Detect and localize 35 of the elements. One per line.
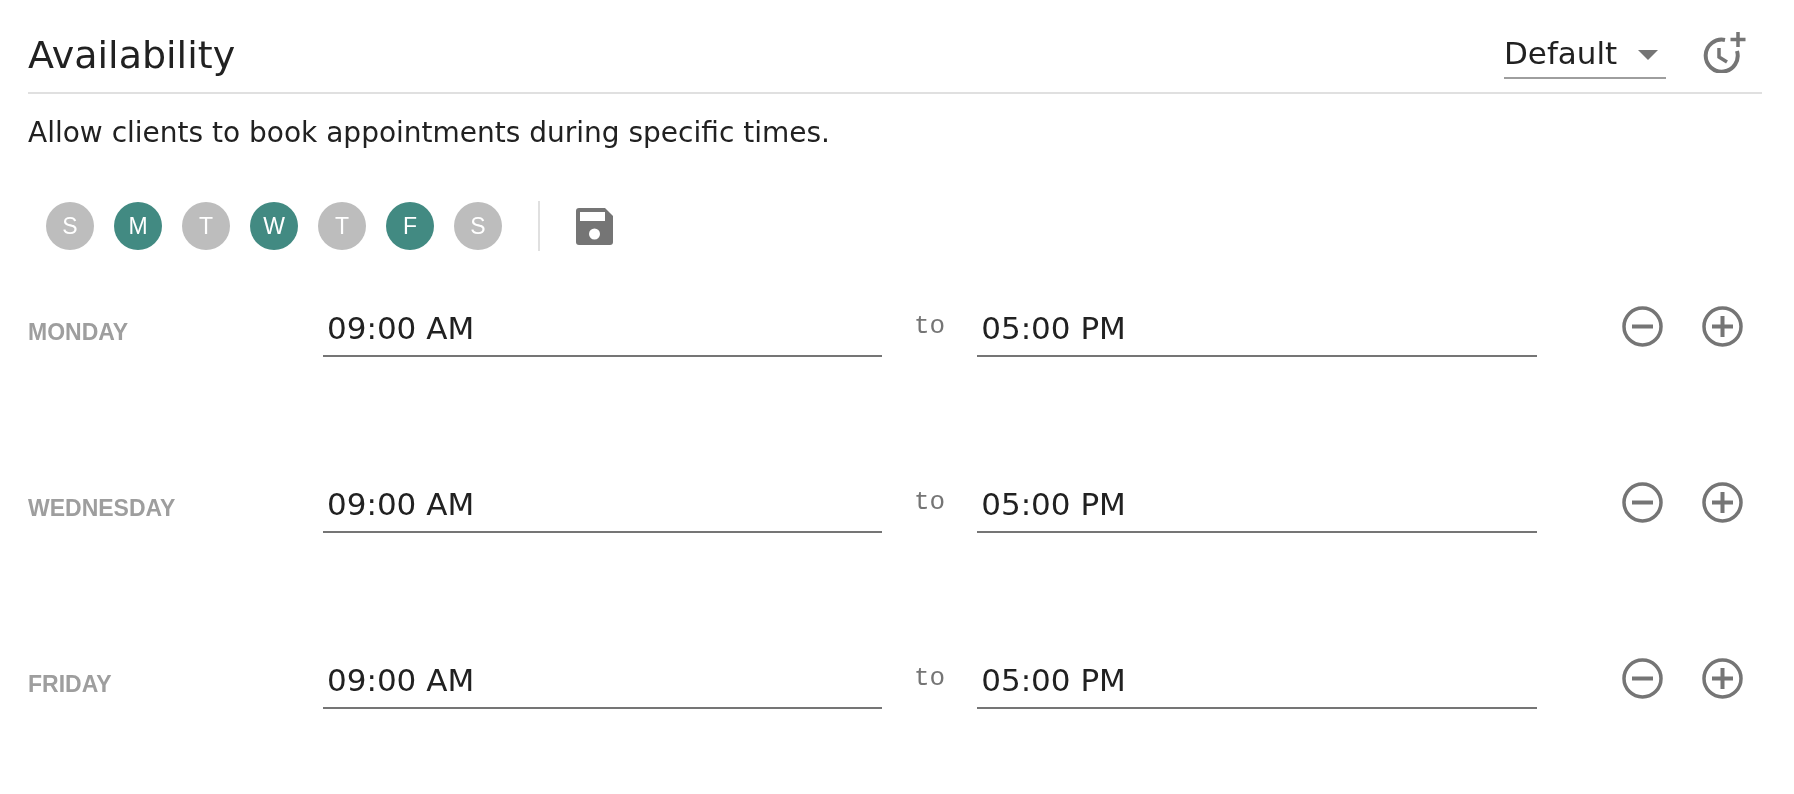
separator-text: to bbox=[914, 661, 946, 695]
save-button[interactable] bbox=[576, 207, 613, 245]
end-time-field[interactable]: 05:00 PM bbox=[977, 301, 1538, 357]
plus-circle-icon bbox=[1702, 657, 1744, 699]
end-time-field[interactable]: 05:00 PM bbox=[977, 653, 1538, 709]
weekday-toggle[interactable]: M bbox=[114, 202, 162, 250]
separator-text: to bbox=[914, 309, 946, 343]
add-time-button[interactable] bbox=[1702, 657, 1744, 699]
separator-text: to bbox=[914, 485, 946, 519]
day-label: FRIDAY bbox=[28, 669, 113, 699]
remove-time-button[interactable] bbox=[1622, 481, 1664, 523]
day-label: MONDAY bbox=[28, 317, 130, 347]
page-title: Availability bbox=[28, 32, 236, 78]
caret-icon bbox=[1638, 50, 1658, 60]
plus-circle-icon bbox=[1702, 481, 1744, 523]
start-time-field[interactable]: 09:00 AM bbox=[323, 301, 882, 357]
add-time-button[interactable] bbox=[1702, 305, 1744, 347]
clock-plus-icon bbox=[1701, 31, 1747, 73]
minus-circle-icon bbox=[1622, 481, 1664, 523]
weekday-toggle[interactable]: W bbox=[250, 202, 298, 250]
add-time-button[interactable] bbox=[1702, 481, 1744, 523]
start-time-field[interactable]: 09:00 AM bbox=[323, 477, 882, 533]
remove-time-button[interactable] bbox=[1622, 305, 1664, 347]
weekday-toggle[interactable]: F bbox=[386, 202, 434, 250]
end-time-field[interactable]: 05:00 PM bbox=[977, 477, 1538, 533]
minus-circle-icon bbox=[1622, 305, 1664, 347]
schedule-dropdown[interactable]: Default bbox=[1504, 31, 1666, 79]
day-label: WEDNESDAY bbox=[28, 493, 177, 523]
minus-circle-icon bbox=[1622, 657, 1664, 699]
description-text: Allow clients to book appointments during specific times. bbox=[28, 116, 831, 150]
start-time-field[interactable]: 09:00 AM bbox=[323, 653, 882, 709]
plus-circle-icon bbox=[1702, 305, 1744, 347]
add-schedule-button[interactable] bbox=[1701, 31, 1747, 73]
save-icon bbox=[576, 207, 613, 245]
remove-time-button[interactable] bbox=[1622, 657, 1664, 699]
